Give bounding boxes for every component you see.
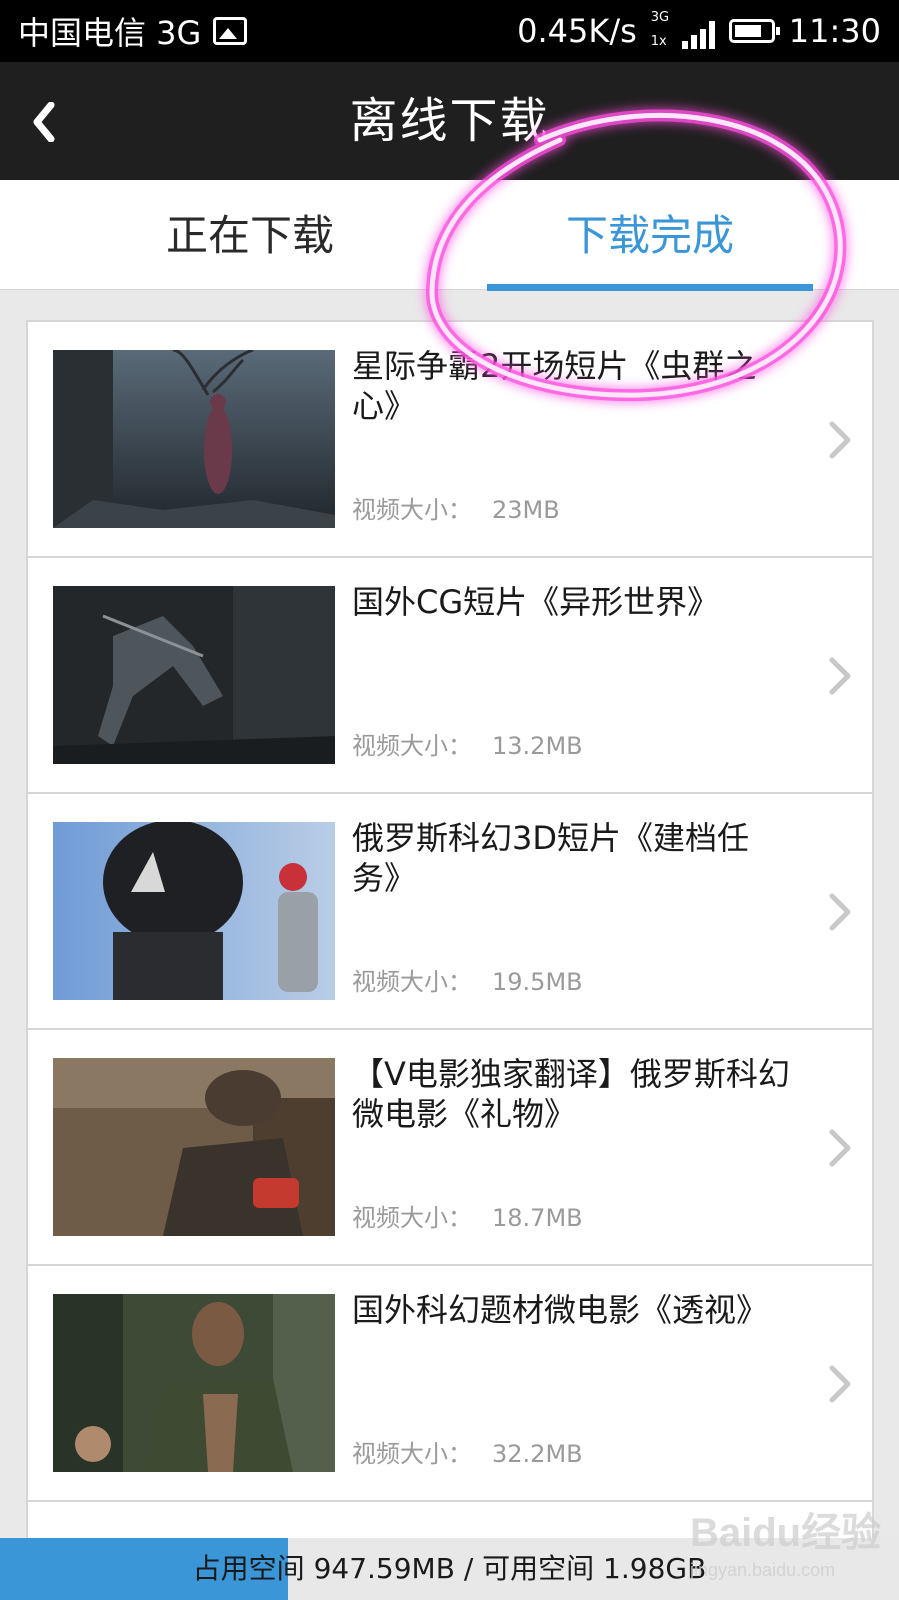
tab-downloading[interactable]: 正在下载 (60, 180, 440, 290)
video-thumbnail (53, 1058, 335, 1236)
video-size: 视频大小： 13.2MB (352, 732, 583, 760)
video-size: 视频大小： 18.7MB (352, 1204, 583, 1232)
title-bar: 离线下载 (0, 62, 899, 180)
video-size: 视频大小： 23MB (352, 496, 560, 524)
video-size: 视频大小： 19.5MB (352, 968, 583, 996)
video-thumbnail (53, 822, 335, 1000)
chevron-right-icon (829, 1129, 851, 1167)
video-title: 国外CG短片《异形世界》 (352, 583, 720, 621)
chevron-right-icon (829, 893, 851, 931)
chevron-left-icon (33, 102, 55, 142)
active-tab-indicator (487, 284, 813, 291)
list-item[interactable]: 【V电影独家翻译】俄罗斯科幻微电影《礼物》 视频大小： 18.7MB (28, 1030, 872, 1266)
video-title: 俄罗斯科幻3D短片《建档任务》 (352, 819, 750, 897)
list-item[interactable]: 星际争霸2开场短片《虫群之心》 视频大小： 23MB (28, 322, 872, 558)
video-thumbnail (53, 1294, 335, 1472)
back-button[interactable] (14, 92, 74, 152)
network-type-bottom: 1x (650, 34, 667, 49)
video-title: 星际争霸2开场短片《虫群之心》 (352, 347, 757, 425)
chevron-right-icon (829, 421, 851, 459)
network-speed: 0.45K/s (517, 12, 637, 50)
clock: 11:30 (788, 12, 881, 50)
chevron-right-icon (829, 657, 851, 695)
list-item[interactable]: 俄罗斯科幻3D短片《建档任务》 视频大小： 19.5MB (28, 794, 872, 1030)
video-title: 国外科幻题材微电影《透视》 (352, 1291, 769, 1329)
battery-icon (728, 19, 780, 43)
status-bar: 中国电信 3G 0.45K/s 3G 1x 11:30 (0, 0, 899, 62)
network-type-top: 3G (650, 10, 670, 25)
tab-bar: 正在下载 下载完成 (0, 180, 899, 290)
chevron-right-icon (829, 1365, 851, 1403)
carrier-label: 中国电信 3G (18, 14, 202, 52)
video-size: 视频大小： 32.2MB (352, 1440, 583, 1468)
list-item[interactable]: 国外科幻题材微电影《透视》 视频大小： 32.2MB (28, 1266, 872, 1502)
video-thumbnail (53, 350, 335, 528)
image-notification-icon (213, 17, 248, 45)
list-item[interactable]: 国外CG短片《异形世界》 视频大小： 13.2MB (28, 558, 872, 794)
signal-icon: 3G 1x (651, 9, 715, 53)
page-title: 离线下载 (349, 93, 550, 149)
video-title: 【V电影独家翻译】俄罗斯科幻微电影《礼物》 (352, 1055, 790, 1133)
tab-completed[interactable]: 下载完成 (460, 180, 840, 290)
download-list: 星际争霸2开场短片《虫群之心》 视频大小： 23MB 国外CG短片《异形世界》 视… (26, 320, 874, 1600)
video-thumbnail (53, 586, 335, 764)
watermark-logo: Baidu经验 jingyan.baidu.com (690, 1511, 882, 1580)
